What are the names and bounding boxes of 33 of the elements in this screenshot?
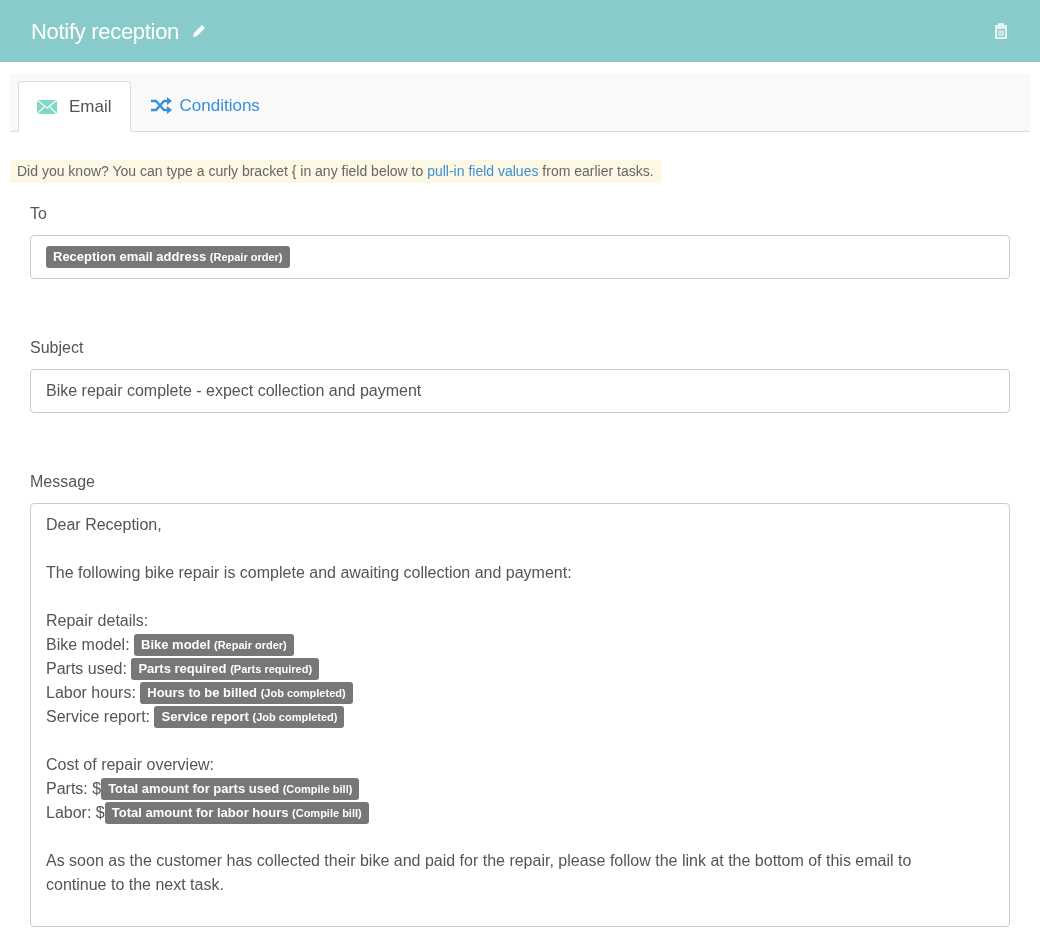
- trash-icon[interactable]: [994, 23, 1008, 39]
- message-text: Parts used:: [46, 659, 128, 679]
- tab[interactable]: Conditions: [130, 80, 280, 131]
- page-title: Notify reception: [31, 17, 180, 46]
- message-text: Bike model:: [46, 635, 131, 655]
- message-text: As soon as the customer has collected their bike and paid for the repair, please follow the link at the bottom of this email to continue to the next task.: [46, 851, 913, 895]
- message-field[interactable]: [30, 503, 1010, 927]
- message-text: Cost of repair overview:: [46, 755, 215, 775]
- message-text: The following bike repair is complete and awaiting collection and payment:: [46, 563, 572, 583]
- message-text: Service report:: [46, 707, 152, 727]
- tip-text: Did you know? You can type a curly bracket { in any field below to pull-in field values from earlier tasks.: [10, 160, 661, 183]
- field-values-link[interactable]: pull-in field values: [427, 163, 539, 179]
- message-text: Labor hours:: [46, 683, 137, 703]
- envelope-icon: [37, 99, 57, 114]
- message-text: Repair details:: [46, 611, 149, 631]
- message-text: Parts: $: [46, 779, 102, 799]
- field-token[interactable]: Service report (Job completed): [154, 706, 345, 728]
- tab[interactable]: Email: [18, 81, 131, 132]
- field-label: Message: [30, 472, 96, 492]
- field-label: To: [30, 204, 48, 224]
- message-text: Dear Reception,: [46, 515, 162, 535]
- field-token[interactable]: Bike model (Repair order): [134, 634, 294, 656]
- field-token[interactable]: Parts required (Parts required): [131, 658, 320, 680]
- to-field[interactable]: Reception email address (Repair order): [30, 235, 1010, 279]
- shuffle-icon: [150, 97, 172, 114]
- pencil-icon[interactable]: [191, 23, 208, 39]
- field-token[interactable]: Reception email address (Repair order): [46, 246, 290, 268]
- field-token[interactable]: Total amount for labor hours (Compile bill): [104, 802, 369, 824]
- field-token[interactable]: Hours to be billed (Job completed): [140, 682, 353, 704]
- field-label: Subject: [30, 338, 85, 358]
- message-text: Labor: $: [46, 803, 105, 823]
- subject-field[interactable]: Bike repair complete - expect collection and payment: [30, 369, 1010, 413]
- field-token[interactable]: Total amount for parts used (Compile bill): [101, 778, 360, 800]
